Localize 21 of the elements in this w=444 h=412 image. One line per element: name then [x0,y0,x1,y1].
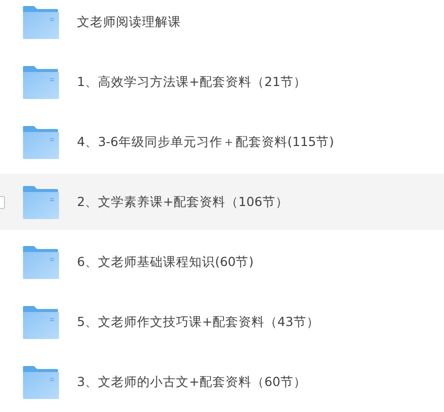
folder-icon [23,186,59,218]
folder-icon [23,246,59,278]
folder-row[interactable]: 5、文老师作文技巧课+配套资料（43节） [0,294,444,350]
folder-icon [23,366,59,398]
folder-row[interactable]: 1、高效学习方法课+配套资料（21节） [0,54,444,110]
folder-icon [23,66,59,98]
folder-row[interactable]: 4、3-6年级同步单元习作＋配套资料(115节) [0,114,444,170]
folder-name: 文老师阅读理解课 [77,14,181,30]
folder-icon [23,6,59,38]
folder-row[interactable]: 3、文老师的小古文+配套资料（60节） [0,354,444,410]
folder-row[interactable]: 2、文学素养课+配套资料（106节） [0,174,444,230]
folder-name: 1、高效学习方法课+配套资料（21节） [77,74,306,90]
folder-row[interactable]: 文老师阅读理解课 [0,0,444,50]
folder-icon [23,306,59,338]
folder-name: 4、3-6年级同步单元习作＋配套资料(115节) [77,134,334,150]
folder-icon [23,126,59,158]
folder-name: 2、文学素养课+配套资料（106节） [77,194,288,210]
folder-name: 6、文老师基础课程知识(60节) [77,254,254,270]
folder-name: 3、文老师的小古文+配套资料（60节） [77,374,306,390]
folder-name: 5、文老师作文技巧课+配套资料（43节） [77,314,320,330]
folder-row[interactable]: 6、文老师基础课程知识(60节) [0,234,444,290]
